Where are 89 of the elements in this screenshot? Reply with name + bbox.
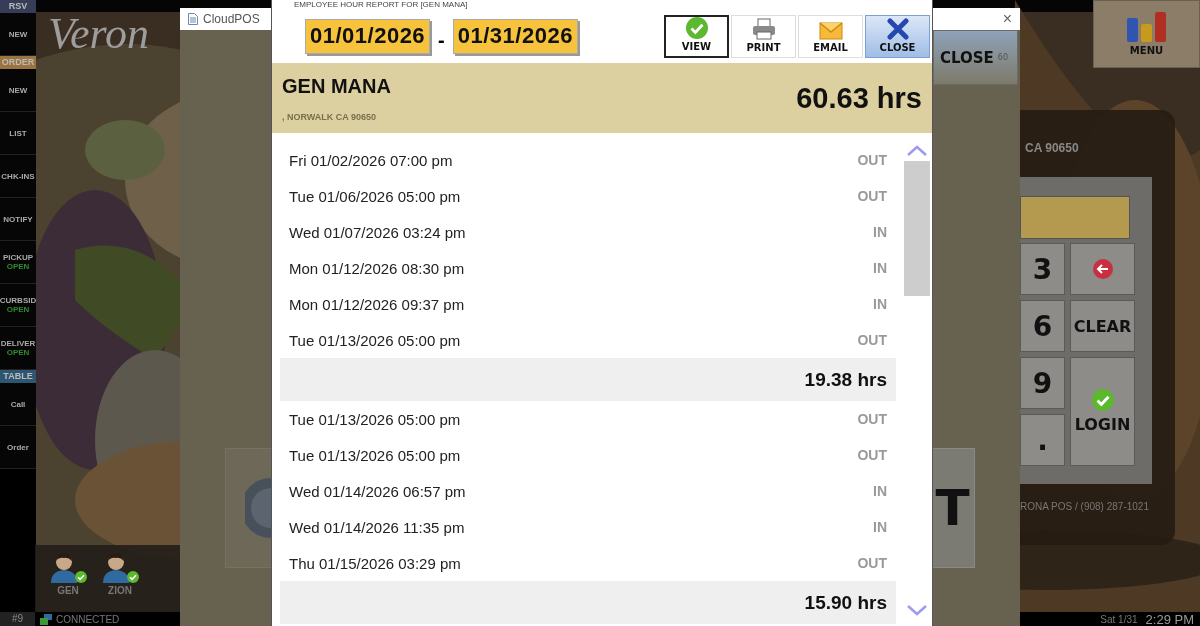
check-icon bbox=[1091, 389, 1114, 411]
punch-type: OUT bbox=[857, 152, 887, 168]
punch-type: IN bbox=[873, 224, 887, 240]
employee-name: GEN MANA bbox=[282, 74, 391, 98]
punch-time: Tue 01/13/2026 05:00 pm bbox=[289, 331, 461, 349]
status-label: OPEN bbox=[6, 262, 30, 271]
punch-time: Thu 01/15/2026 03:29 pm bbox=[289, 554, 461, 572]
menu-button[interactable]: MENU bbox=[1093, 0, 1200, 68]
email-button[interactable]: EMAIL bbox=[798, 14, 863, 58]
scrollbar-thumb[interactable] bbox=[904, 161, 930, 296]
punch-time: Wed 01/14/2026 11:35 pm bbox=[289, 518, 465, 536]
employee-address: , NORWALK CA 90650 bbox=[282, 111, 378, 122]
keypad-key[interactable]: 3 bbox=[1020, 243, 1065, 295]
close-icon bbox=[886, 17, 909, 40]
sidebar-label: PICKUP bbox=[2, 253, 34, 262]
sidebar-label: CURBSID bbox=[0, 296, 37, 305]
keypad-key[interactable]: . bbox=[1020, 414, 1065, 466]
punch-time: Tue 01/06/2026 05:00 pm bbox=[289, 187, 461, 205]
subtotal-hours: 19.38 hrs bbox=[280, 358, 896, 401]
printer-icon bbox=[751, 17, 776, 40]
punch-type: OUT bbox=[857, 188, 887, 204]
clock-text: 2:29 PM bbox=[1145, 611, 1194, 626]
punch-time: Wed 01/14/2026 06:57 pm bbox=[289, 482, 466, 500]
close-button[interactable]: CLOSE bbox=[865, 14, 930, 58]
total-hours: 60.63 hrs bbox=[796, 81, 922, 115]
login-button[interactable]: LOGIN bbox=[1070, 357, 1135, 466]
punch-time: Mon 01/12/2026 09:37 pm bbox=[289, 295, 465, 313]
sidebar-button[interactable]: CURBSID OPEN bbox=[0, 284, 36, 327]
document-icon bbox=[188, 13, 198, 25]
sidebar-button[interactable]: LIST bbox=[0, 112, 36, 155]
punch-type: IN bbox=[873, 296, 887, 312]
punch-type: IN bbox=[873, 483, 887, 499]
station-number: #9 bbox=[0, 612, 35, 626]
punch-type: IN bbox=[873, 519, 887, 535]
sidebar-button[interactable]: NEW bbox=[0, 69, 36, 112]
punch-type: OUT bbox=[857, 555, 887, 571]
end-date-field[interactable]: 01/31/2026 bbox=[452, 18, 578, 54]
bar-chart-icon bbox=[1124, 12, 1169, 42]
backspace-button[interactable] bbox=[1070, 243, 1135, 295]
staff-name: GEN bbox=[57, 585, 79, 596]
date-text: Sat 1/31 bbox=[1100, 613, 1138, 625]
punch-time: Wed 01/07/2026 03:24 pm bbox=[289, 223, 466, 241]
scroll-up-icon[interactable] bbox=[906, 145, 928, 157]
status-label: OPEN bbox=[6, 348, 30, 357]
sidebar-button[interactable]: CHK-INS bbox=[0, 155, 36, 198]
sidebar-button[interactable]: Order bbox=[0, 426, 36, 469]
keypad-key[interactable]: 6 bbox=[1020, 300, 1065, 352]
connection-status: CONNECTED bbox=[56, 613, 120, 625]
punch-time: Fri 01/02/2026 07:00 pm bbox=[289, 151, 453, 169]
punch-type: OUT bbox=[857, 332, 887, 348]
sidebar-label: DELIVER bbox=[0, 339, 36, 348]
punch-time: Tue 01/13/2026 05:00 pm bbox=[289, 410, 461, 428]
sidebar-button[interactable]: PICKUP OPEN bbox=[0, 241, 36, 284]
punch-type: OUT bbox=[857, 411, 887, 427]
keypad-key[interactable]: T bbox=[930, 448, 975, 568]
section-header: RSV bbox=[0, 0, 36, 13]
section-header: TABLE bbox=[0, 370, 36, 383]
date-separator: - bbox=[438, 28, 445, 52]
punch-type: IN bbox=[873, 260, 887, 276]
start-date-field[interactable]: 01/01/2026 bbox=[305, 18, 431, 54]
keypad-key[interactable]: 9 bbox=[1020, 357, 1065, 409]
punch-time: Tue 01/13/2026 05:00 pm bbox=[289, 446, 461, 464]
envelope-icon bbox=[818, 21, 843, 40]
window-title: CloudPOS bbox=[203, 12, 260, 26]
check-icon bbox=[685, 16, 708, 39]
punch-time: Mon 01/12/2026 08:30 pm bbox=[289, 259, 465, 277]
sidebar-button[interactable]: Call bbox=[0, 383, 36, 426]
subtotal-hours: 15.90 hrs bbox=[280, 581, 896, 624]
address-text: CA 90650 bbox=[1025, 141, 1080, 155]
dial-icon bbox=[245, 478, 271, 538]
sidebar-button[interactable]: NOTIFY bbox=[0, 198, 36, 241]
clear-button[interactable]: CLEAR bbox=[1070, 300, 1135, 352]
dialog-title: EMPLOYEE HOUR REPORT FOR [GEN MANA] bbox=[293, 0, 469, 9]
view-button[interactable]: VIEW bbox=[664, 14, 729, 58]
footer-text: RONA POS / (908) 287-1021 bbox=[1020, 501, 1150, 512]
user-avatar-icon[interactable] bbox=[101, 551, 131, 583]
logo-text: Veron bbox=[48, 8, 150, 59]
sidebar-button[interactable]: DELIVER OPEN bbox=[0, 327, 36, 370]
punch-type: OUT bbox=[857, 447, 887, 463]
dial-key[interactable] bbox=[225, 448, 272, 568]
network-icon bbox=[40, 613, 52, 625]
sidebar-button[interactable]: NEW bbox=[0, 13, 36, 56]
scroll-down-icon[interactable] bbox=[906, 604, 928, 616]
print-button[interactable]: PRINT bbox=[731, 14, 796, 58]
staff-name: ZION bbox=[108, 585, 132, 596]
pin-field[interactable] bbox=[1020, 196, 1130, 239]
status-label: OPEN bbox=[6, 305, 30, 314]
section-header: ORDER bbox=[0, 56, 36, 69]
user-avatar-icon[interactable] bbox=[49, 551, 79, 583]
